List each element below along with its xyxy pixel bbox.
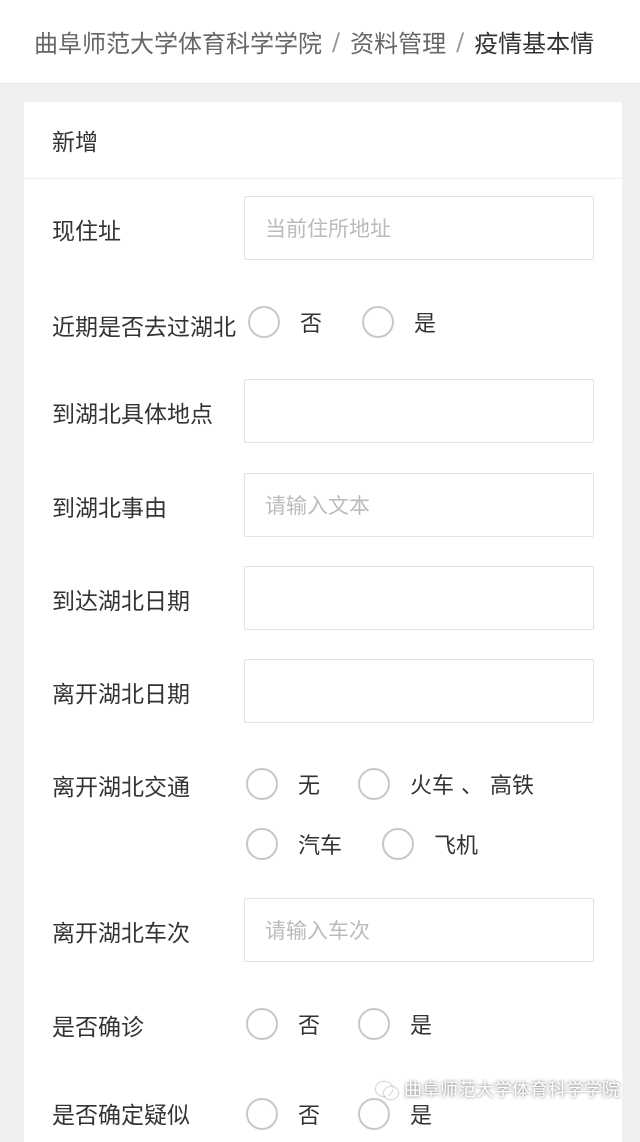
radio-circle[interactable] xyxy=(358,1098,390,1130)
option-label: 飞机 xyxy=(434,834,479,859)
suspected-option-yes[interactable]: 是 xyxy=(358,1098,432,1130)
option-label: 否 xyxy=(298,1014,321,1039)
option-label: 无 xyxy=(298,774,321,799)
address-label: 现住址 xyxy=(52,219,121,245)
hubei-place-input[interactable] xyxy=(244,379,594,443)
radio-circle[interactable] xyxy=(246,768,278,800)
arrive-date-input[interactable] xyxy=(244,566,594,630)
been-hubei-option-yes[interactable]: 是 xyxy=(362,306,436,338)
hubei-place-label: 到湖北具体地点 xyxy=(52,402,213,428)
radio-circle[interactable] xyxy=(246,1098,278,1130)
transport-option-plane[interactable]: 飞机 xyxy=(382,828,478,860)
transport-option-car[interactable]: 汽车 xyxy=(246,828,342,860)
suspected-option-no[interactable]: 否 xyxy=(246,1098,320,1130)
transport-option-train[interactable]: 火车 、 高铁 xyxy=(358,768,534,800)
option-label: 否 xyxy=(300,312,323,337)
option-label: 是 xyxy=(410,1014,433,1039)
breadcrumb-separator: / xyxy=(456,27,465,56)
breadcrumb-item-college[interactable]: 曲阜师范大学体育科学学院 xyxy=(34,24,322,59)
option-label: 是 xyxy=(414,312,437,337)
wechat-icon xyxy=(376,1080,398,1099)
breadcrumb-item-data-management[interactable]: 资料管理 xyxy=(350,24,446,59)
option-label: 是 xyxy=(410,1104,433,1129)
confirmed-option-no[interactable]: 否 xyxy=(246,1008,320,1040)
leave-date-label: 离开湖北日期 xyxy=(52,682,190,708)
confirmed-option-yes[interactable]: 是 xyxy=(358,1008,432,1040)
option-label: 否 xyxy=(298,1104,321,1129)
train-no-label: 离开湖北车次 xyxy=(52,921,190,947)
radio-circle[interactable] xyxy=(246,1008,278,1040)
been-hubei-label: 近期是否去过湖北 xyxy=(52,315,236,341)
watermark: 曲阜师范大学体育科学学院 xyxy=(376,1076,620,1102)
card-title: 新增 xyxy=(24,102,622,179)
leave-date-input[interactable] xyxy=(244,659,594,723)
suspected-label: 是否确定疑似 xyxy=(52,1103,190,1129)
confirmed-label: 是否确诊 xyxy=(52,1015,144,1041)
form-card: 新增 现住址 当前住所地址 近期是否去过湖北 否 是 到湖北具体地点 到湖北事由… xyxy=(24,102,622,1142)
transport-option-none[interactable]: 无 xyxy=(246,768,320,800)
option-label: 汽车 xyxy=(298,834,343,859)
radio-circle[interactable] xyxy=(358,1008,390,1040)
radio-circle[interactable] xyxy=(248,306,280,338)
breadcrumb-item-current: 疫情基本情 xyxy=(474,30,595,58)
option-label: 火车 、 高铁 xyxy=(410,774,534,799)
transport-label: 离开湖北交通 xyxy=(52,775,190,801)
radio-circle[interactable] xyxy=(358,768,390,800)
arrive-date-label: 到达湖北日期 xyxy=(52,589,190,615)
breadcrumb-separator: / xyxy=(332,27,341,56)
hubei-reason-label: 到湖北事由 xyxy=(52,496,167,522)
breadcrumb: 曲阜师范大学体育科学学院 / 资料管理 / 疫情基本情 xyxy=(0,0,640,84)
address-input[interactable]: 当前住所地址 xyxy=(244,196,594,260)
radio-circle[interactable] xyxy=(362,306,394,338)
radio-circle[interactable] xyxy=(382,828,414,860)
been-hubei-option-no[interactable]: 否 xyxy=(248,306,322,338)
hubei-reason-input[interactable]: 请输入文本 xyxy=(244,473,594,537)
radio-circle[interactable] xyxy=(246,828,278,860)
watermark-text: 曲阜师范大学体育科学学院 xyxy=(404,1080,620,1101)
train-no-input[interactable]: 请输入车次 xyxy=(244,898,594,962)
